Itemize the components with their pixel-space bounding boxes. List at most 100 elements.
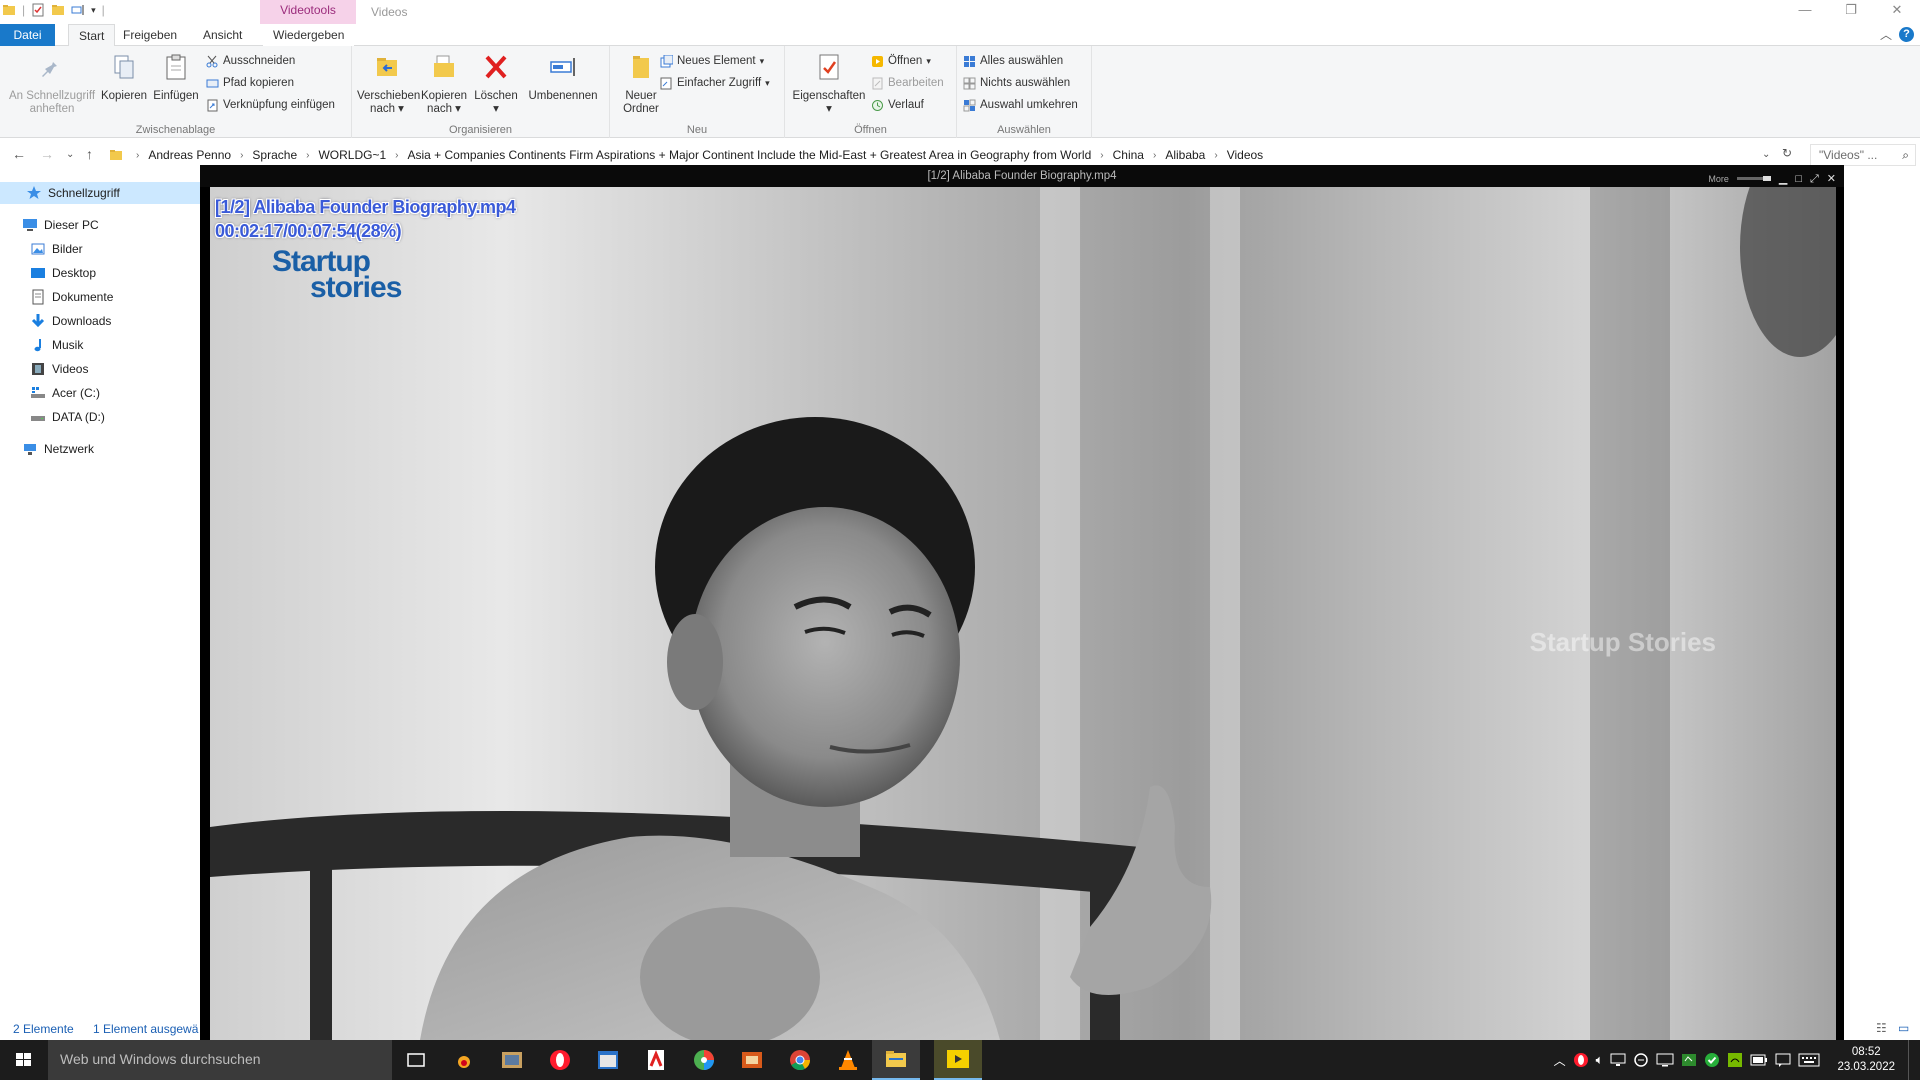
delete-button[interactable]: Löschen ▾ — [471, 52, 521, 116]
paste-shortcut-button[interactable]: Verknüpfung einfügen — [206, 96, 335, 114]
copy-path-button[interactable]: Pfad kopieren — [206, 74, 294, 92]
opera-icon — [550, 1050, 570, 1070]
rename-icon[interactable] — [71, 3, 85, 17]
new-folder-icon — [633, 56, 649, 78]
nav-item-videos[interactable]: Videos — [30, 358, 88, 380]
copy-button[interactable]: Kopieren — [98, 52, 150, 103]
open-button[interactable]: Öffnen ▾ — [871, 52, 931, 70]
taskbar-app-video-player[interactable] — [934, 1040, 982, 1080]
taskbar-app-1[interactable] — [440, 1040, 488, 1080]
details-view-icon[interactable]: ☷ — [1876, 1021, 1887, 1035]
properties-button[interactable]: Eigenschaften ▾ — [791, 52, 867, 116]
large-icons-view-icon[interactable]: ▭ — [1898, 1021, 1909, 1035]
nav-item-documents[interactable]: Dokumente — [30, 286, 113, 308]
opera-tray-icon[interactable] — [1573, 1052, 1589, 1068]
tab-datei[interactable]: Datei — [0, 24, 55, 46]
vlc-cone-icon — [839, 1050, 857, 1070]
address-dropdown-icon[interactable]: ⌄ — [1762, 149, 1770, 160]
task-view-button[interactable] — [392, 1040, 440, 1080]
address-row: ← → ⌄ ↑ › Andreas Penno › Sprache › WORLDG~… — [0, 143, 1920, 167]
nav-item-quick-access[interactable]: Schnellzugriff — [0, 182, 200, 204]
keyboard-tray-icon[interactable] — [1798, 1053, 1820, 1067]
breadcrumb-item[interactable]: WORLDG~1 — [318, 148, 386, 162]
nav-item-this-pc[interactable]: Dieser PC — [22, 214, 99, 236]
taskbar-app-picasa[interactable] — [680, 1040, 728, 1080]
breadcrumb-item[interactable]: China — [1113, 148, 1144, 162]
security-check-tray-icon[interactable] — [1704, 1052, 1720, 1068]
rename-button[interactable]: Umbenennen — [524, 52, 602, 103]
start-button[interactable] — [0, 1040, 48, 1080]
taskbar-app-5[interactable] — [632, 1040, 680, 1080]
nav-item-drive-d[interactable]: DATA (D:) — [30, 406, 105, 428]
taskbar-search-input[interactable]: Web und Windows durchsuchen — [48, 1040, 392, 1080]
breadcrumb-item[interactable]: Asia + Companies Continents Firm Aspirat… — [408, 148, 1092, 162]
properties-icon[interactable] — [31, 3, 45, 17]
player-menu-icon[interactable] — [1736, 175, 1771, 181]
taskbar-app-7[interactable] — [728, 1040, 776, 1080]
invert-selection-button[interactable]: Auswahl umkehren — [963, 96, 1078, 114]
select-none-button[interactable]: Nichts auswählen — [963, 74, 1070, 92]
quick-access-toolbar: | ▾ | — [2, 3, 105, 17]
copy-to-button[interactable]: Kopieren nach ▾ — [418, 52, 470, 116]
back-arrow-icon[interactable]: ← — [12, 146, 26, 162]
breadcrumb-item[interactable]: Alibaba — [1165, 148, 1205, 162]
breadcrumb-item[interactable]: Videos — [1227, 148, 1263, 162]
battery-tray-icon[interactable] — [1750, 1054, 1768, 1066]
move-to-button[interactable]: Verschieben nach ▾ — [357, 52, 420, 116]
up-arrow-icon[interactable]: ↑ — [86, 146, 93, 162]
nav-item-music[interactable]: Musik — [30, 334, 83, 356]
tab-wiedergeben[interactable]: Wiedergeben — [263, 24, 355, 46]
refresh-icon[interactable]: ↻ — [1782, 146, 1792, 160]
nvidia-green-tray-icon[interactable] — [1727, 1052, 1743, 1068]
forward-arrow-icon[interactable]: → — [40, 146, 54, 162]
tab-freigeben[interactable]: Freigeben — [113, 24, 187, 46]
taskbar-app-vlc[interactable] — [824, 1040, 872, 1080]
nav-item-drive-c[interactable]: Acer (C:) — [30, 382, 100, 404]
taskbar-app-opera[interactable] — [536, 1040, 584, 1080]
new-folder-icon[interactable] — [51, 3, 65, 17]
folder-icon[interactable] — [2, 3, 16, 17]
show-hidden-icons-icon[interactable]: ︿ — [1554, 1052, 1566, 1069]
taskbar-app-2[interactable] — [488, 1040, 536, 1080]
minimize-icon[interactable]: — — [1782, 0, 1828, 22]
address-bar[interactable]: › Andreas Penno › Sprache › WORLDG~1 › Asia … — [108, 144, 1788, 166]
search-icon: ⌕ — [1902, 148, 1909, 162]
system-clock[interactable]: 08:52 23.03.2022 — [1837, 1045, 1895, 1075]
nav-item-network[interactable]: Netzwerk — [22, 438, 94, 460]
search-input[interactable]: "Videos" ... ⌕ — [1810, 144, 1916, 166]
easy-access-button[interactable]: Einfacher Zugriff ▾ — [660, 74, 770, 92]
paste-button[interactable]: Einfügen — [150, 52, 202, 103]
history-button[interactable]: Verlauf — [871, 96, 924, 114]
nav-item-downloads[interactable]: Downloads — [30, 310, 111, 332]
tab-start[interactable]: Start — [68, 24, 116, 46]
taskbar-app-chrome[interactable] — [776, 1040, 824, 1080]
taskbar-app-explorer[interactable] — [872, 1040, 920, 1080]
action-center-tray-icon[interactable] — [1775, 1052, 1791, 1068]
chat-tray-icon[interactable] — [1633, 1052, 1649, 1068]
nav-item-desktop[interactable]: Desktop — [30, 262, 96, 284]
volume-icon[interactable]: 🔈︎ — [1596, 1052, 1604, 1068]
nvidia-tray-icon[interactable] — [1681, 1052, 1697, 1068]
breadcrumb-item[interactable]: Sprache — [252, 148, 297, 162]
restore-icon[interactable]: ❐ — [1828, 0, 1874, 22]
new-folder-button[interactable]: Neuer Ordner — [616, 52, 666, 116]
breadcrumb-item[interactable]: Andreas Penno — [148, 148, 231, 162]
monitor-tray-icon[interactable] — [1656, 1053, 1674, 1067]
close-icon[interactable]: ✕ — [1874, 0, 1920, 22]
player-title-bar: [1/2] Alibaba Founder Biography.mp4 More… — [200, 165, 1844, 187]
video-frame[interactable]: [1/2] Alibaba Founder Biography.mp4 00:0… — [210, 187, 1836, 1040]
network-tray-icon[interactable] — [1610, 1053, 1626, 1067]
taskbar-app-4[interactable] — [584, 1040, 632, 1080]
qat-dropdown-icon[interactable]: ▾ — [91, 5, 96, 16]
select-all-button[interactable]: Alles auswählen — [963, 52, 1063, 70]
show-desktop-button[interactable] — [1908, 1040, 1914, 1080]
nav-item-pictures[interactable]: Bilder — [30, 238, 83, 260]
tab-ansicht[interactable]: Ansicht — [193, 24, 252, 46]
new-item-button[interactable]: Neues Element ▾ — [660, 52, 764, 70]
help-icon[interactable]: ? — [1899, 27, 1914, 42]
cut-button[interactable]: Ausschneiden — [206, 52, 295, 70]
pin-quick-access-button[interactable]: An Schnellzugriff anheften — [6, 52, 98, 116]
collapse-ribbon-icon[interactable]: ︿ — [1880, 26, 1892, 43]
edit-button[interactable]: Bearbeiten — [871, 74, 944, 92]
recent-chevron-icon[interactable]: ⌄ — [66, 149, 74, 160]
